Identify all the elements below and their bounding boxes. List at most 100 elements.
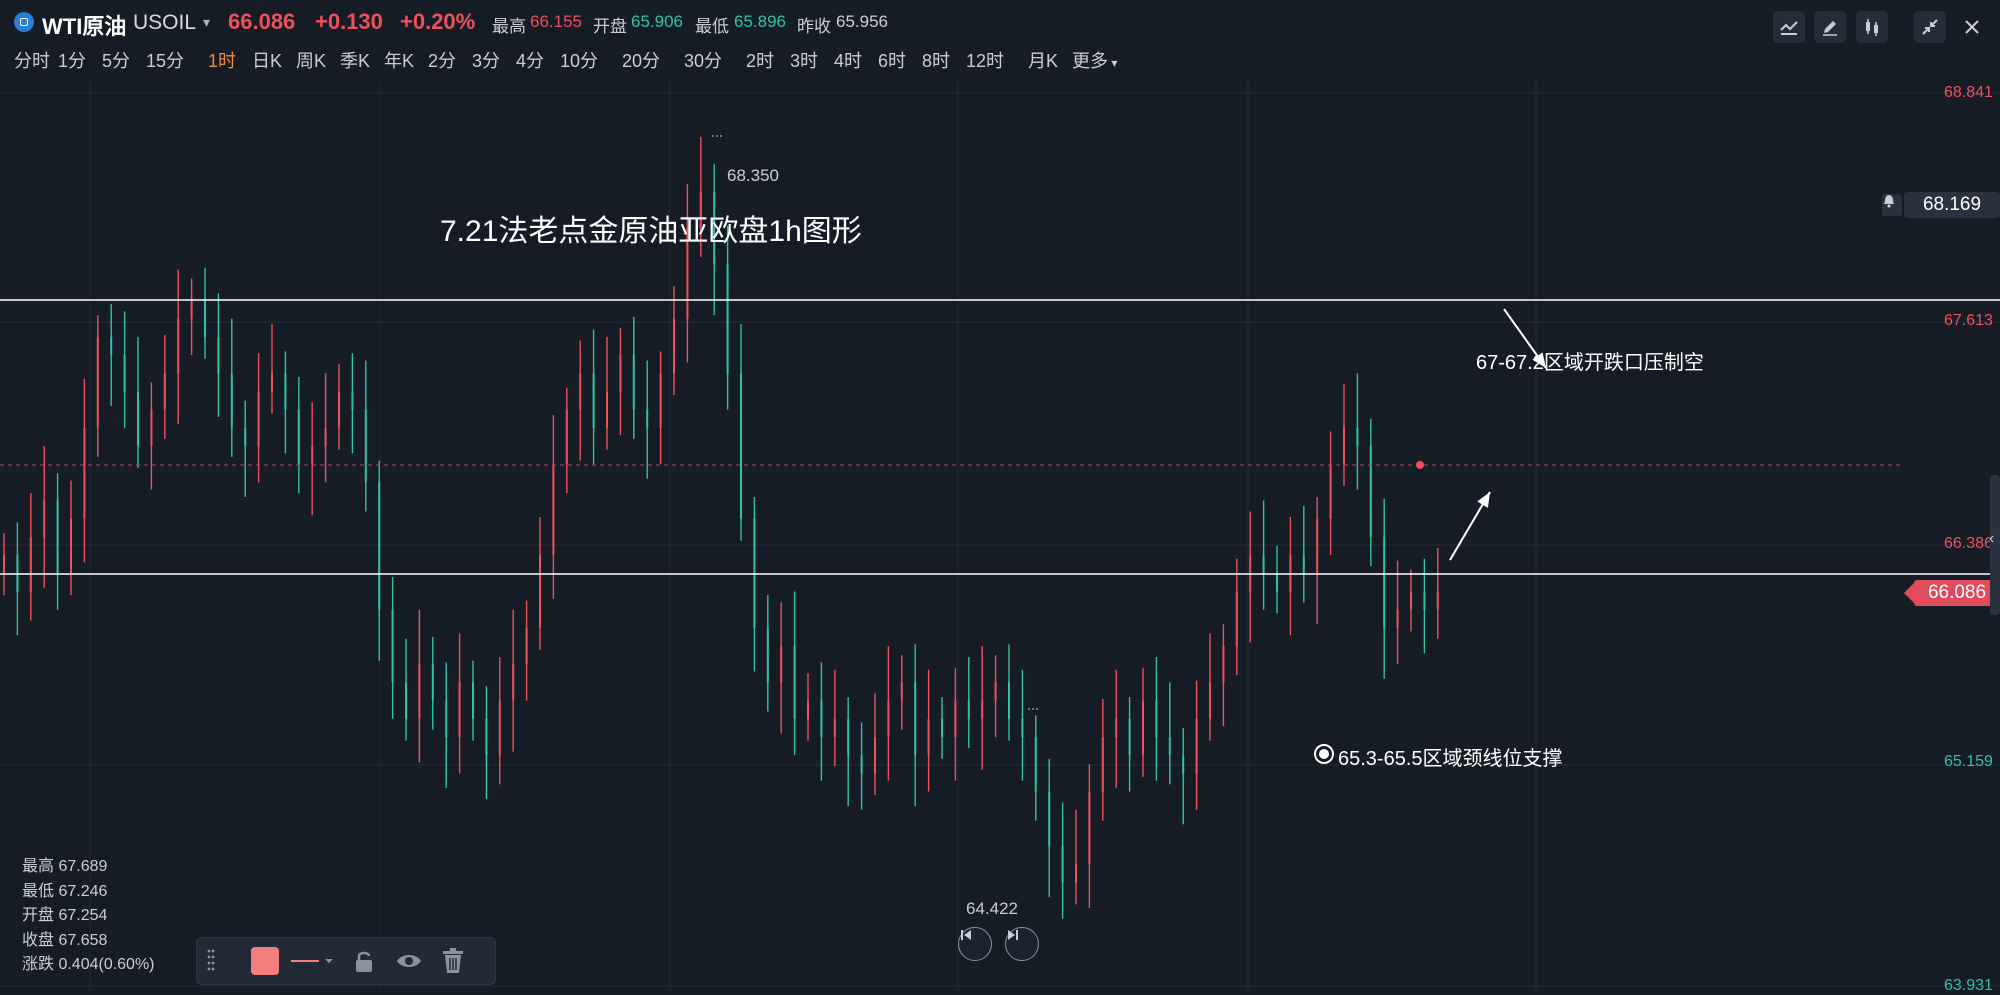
candle-body <box>512 664 515 701</box>
candle-body <box>807 700 809 719</box>
candle-body <box>311 446 314 465</box>
candle-body <box>1061 846 1064 883</box>
candle-body <box>1356 427 1359 447</box>
timeframe-tab[interactable]: 月K <box>1028 47 1058 73</box>
candle-body <box>1262 555 1265 574</box>
skip-forward-button[interactable] <box>1005 927 1039 961</box>
candle-body <box>579 373 582 410</box>
candle-body <box>1329 464 1332 519</box>
candle-body <box>954 700 957 738</box>
candle-body <box>177 318 180 374</box>
timeframe-tab[interactable]: 3时 <box>790 47 818 73</box>
timeframe-tab[interactable]: 30分 <box>684 47 722 73</box>
symbol-dropdown-icon[interactable]: ▾ <box>203 14 210 31</box>
candle-body <box>793 646 796 719</box>
timeframe-tab[interactable]: 周K <box>296 47 326 73</box>
timeframe-tab[interactable]: 2分 <box>428 47 456 73</box>
timeframe-tab[interactable]: 8时 <box>922 47 950 73</box>
timeframe-tab[interactable]: 日K <box>252 47 282 73</box>
collapse-chevron-icon[interactable]: ‹ <box>1989 530 1994 548</box>
resistance-label[interactable]: 67-67.2区域开跌口压制空 <box>1476 346 1704 375</box>
candle-body <box>1396 609 1399 628</box>
drag-handle-icon[interactable] <box>207 948 215 974</box>
color-swatch-icon[interactable] <box>251 947 279 975</box>
candle-body <box>1383 536 1386 628</box>
indicator-icon <box>1780 21 1798 35</box>
timeframe-tab[interactable]: 1分 <box>58 47 86 73</box>
timeframe-tab[interactable]: 1时 <box>208 47 236 73</box>
price-change-pct: +0.20% <box>400 9 476 34</box>
timeframe-tab[interactable]: 分时 <box>14 47 50 73</box>
symbol-name[interactable]: WTI原油 <box>42 9 126 41</box>
close-icon <box>1965 20 1979 34</box>
symbol-logo-icon <box>14 12 34 32</box>
lock-icon[interactable] <box>353 949 375 978</box>
timeframe-tab[interactable]: 年K <box>384 47 414 73</box>
timeframe-tab[interactable]: 15分 <box>146 47 184 73</box>
candle-body <box>163 373 166 410</box>
candle-body <box>1195 718 1198 774</box>
indicator-button[interactable] <box>1773 11 1805 43</box>
axis-tick-label: 68.841 <box>1944 84 1993 101</box>
candle-body <box>472 682 474 719</box>
candle-body <box>1436 591 1439 610</box>
high-marker-label: 68.350 <box>727 166 779 185</box>
candle-body <box>1034 737 1037 792</box>
symbol-code[interactable]: USOIL <box>133 11 196 35</box>
timeframe-tab[interactable]: 12时 <box>966 47 1004 73</box>
timeframe-tab[interactable]: 4时 <box>834 47 862 73</box>
timeframe-tab[interactable]: 季K <box>340 47 370 73</box>
candle-body <box>1276 573 1278 592</box>
candle-body <box>874 737 876 774</box>
eye-icon[interactable] <box>395 951 423 976</box>
candle-body <box>552 464 555 556</box>
timeframe-tab[interactable]: 4分 <box>516 47 544 73</box>
alert-price-tag[interactable]: 68.169 <box>1882 192 2000 218</box>
chart-canvas[interactable] <box>0 80 2000 991</box>
candle-body <box>1302 555 1305 574</box>
current-price-value: 66.086 <box>1927 582 1987 603</box>
candle-body <box>458 682 461 738</box>
candle-body <box>284 373 287 410</box>
current-price-pointer-icon <box>1904 583 1914 603</box>
chart-type-button[interactable] <box>1856 11 1888 43</box>
candle-body <box>860 755 863 774</box>
axis-tick-label: 67.613 <box>1944 312 1993 329</box>
candle-body <box>485 718 488 756</box>
timeframe-tab[interactable]: 20分 <box>622 47 660 73</box>
timeframe-tab[interactable]: 2时 <box>746 47 774 73</box>
candle-body <box>766 627 769 683</box>
timeframe-tab[interactable]: 5分 <box>102 47 130 73</box>
skip-back-button[interactable] <box>958 927 992 961</box>
timeframe-tab[interactable]: 更多 ▾ <box>1072 47 1117 73</box>
candle-body <box>994 682 997 701</box>
timeframe-tab[interactable]: 3分 <box>472 47 500 73</box>
open-label: 开盘 <box>593 17 627 36</box>
timeframe-tab[interactable]: 10分 <box>560 47 598 73</box>
chart-title-annotation[interactable]: 7.21法老点金原油亚欧盘1h图形 <box>440 210 880 254</box>
candle-body <box>190 300 193 319</box>
skip-forward-icon <box>1008 930 1018 940</box>
timeframe-tab[interactable]: 6时 <box>878 47 906 73</box>
support-label[interactable]: 65.3-65.5区域颈线位支撑 <box>1338 742 1563 771</box>
trash-icon[interactable] <box>441 948 465 979</box>
close-button[interactable] <box>1956 11 1988 43</box>
price-chart[interactable]: 7.21法老点金原油亚欧盘1h图形 67-67.2区域开跌口压制空 65.3-6… <box>0 80 2000 994</box>
candle-body <box>431 664 434 701</box>
candle-body <box>673 318 675 374</box>
line-style-icon[interactable] <box>289 950 337 972</box>
current-price-tag: 66.086 <box>1914 580 2000 606</box>
shrink-icon <box>1922 19 1938 35</box>
low-value: 65.896 <box>734 12 786 31</box>
support-handle-icon[interactable] <box>1314 744 1334 764</box>
candle-body <box>847 718 850 756</box>
draw-button[interactable] <box>1814 11 1846 43</box>
prev-close-label: 昨收 <box>797 17 831 36</box>
high-value: 66.155 <box>530 12 582 31</box>
symbol-header: WTI原油 USOIL ▾ 66.086 +0.130 +0.20% 最高 66… <box>0 0 2000 44</box>
shrink-button[interactable] <box>1914 11 1946 43</box>
ohlc-row: 收盘 67.658 <box>22 931 108 949</box>
candle-body <box>324 427 327 447</box>
low-label: 最低 <box>695 17 729 36</box>
candle-body <box>1423 591 1426 610</box>
